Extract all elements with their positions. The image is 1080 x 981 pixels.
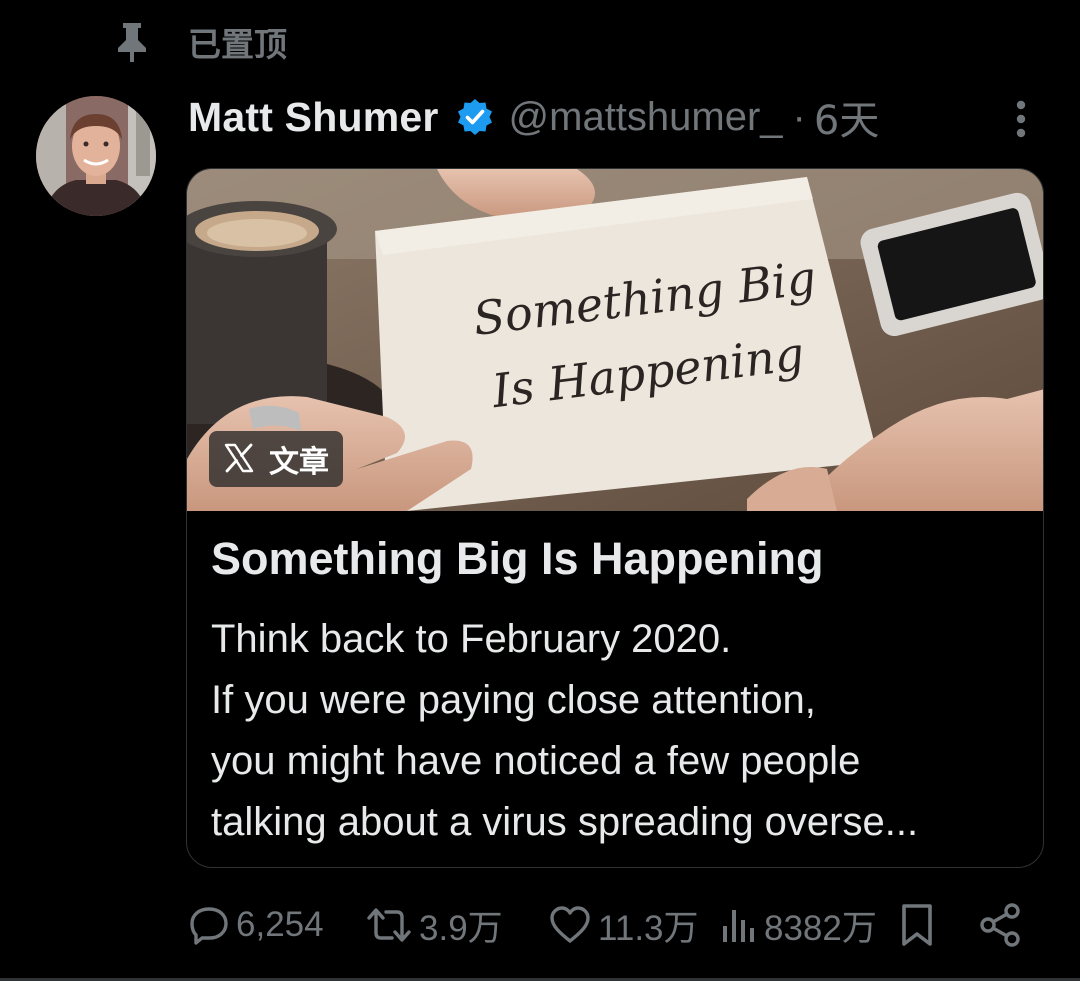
bookmark-icon	[898, 902, 936, 948]
pinned-label: 已置顶	[188, 25, 287, 64]
repost-button[interactable]: 3.9万	[365, 895, 503, 955]
share-button[interactable]	[978, 895, 1024, 955]
author-handle[interactable]: @mattshumer_	[509, 95, 783, 140]
share-nodes-icon	[978, 902, 1024, 948]
excerpt-line: talking about a virus spreading overse..…	[211, 800, 919, 844]
repost-arrows-icon	[365, 904, 413, 946]
reply-count: 6,254	[236, 905, 324, 944]
more-vertical-icon[interactable]	[1004, 98, 1038, 140]
pin-icon	[112, 20, 152, 64]
bookmark-button[interactable]	[898, 895, 936, 955]
article-badge-label: 文章	[269, 445, 329, 480]
post-time[interactable]: 6天	[814, 88, 879, 146]
like-button[interactable]: 11.3万	[548, 895, 699, 955]
views-count: 8382万	[764, 908, 877, 948]
excerpt-line: you might have noticed a few people	[211, 739, 861, 783]
views-button[interactable]: 8382万	[718, 895, 877, 955]
like-count: 11.3万	[598, 908, 699, 948]
article-card[interactable]: Something Big Is Happening 文章 Something …	[186, 168, 1044, 868]
pinned-indicator: 已置顶	[112, 18, 287, 66]
reply-button[interactable]: 6,254	[188, 895, 324, 955]
excerpt-line: Think back to February 2020.	[211, 617, 732, 661]
avatar[interactable]	[36, 96, 156, 216]
speech-bubble-icon	[188, 904, 230, 946]
author-name[interactable]: Matt Shumer	[188, 94, 439, 141]
heart-icon	[548, 904, 592, 946]
x-logo-icon	[223, 442, 257, 476]
article-badge: 文章	[209, 431, 343, 487]
tweet-header: Matt Shumer @mattshumer_ · 6天	[188, 88, 879, 146]
excerpt-line: If you were paying close attention,	[211, 678, 816, 722]
separator-dot: ·	[792, 94, 806, 139]
repost-count: 3.9万	[419, 908, 503, 948]
article-title: Something Big Is Happening	[211, 533, 824, 584]
verified-badge-icon	[455, 97, 495, 137]
bar-chart-icon	[718, 904, 758, 946]
tweet-actions: 6,254 3.9万 11.3万 8382万	[0, 895, 1080, 955]
article-excerpt: Think back to February 2020. If you were…	[211, 609, 1031, 853]
